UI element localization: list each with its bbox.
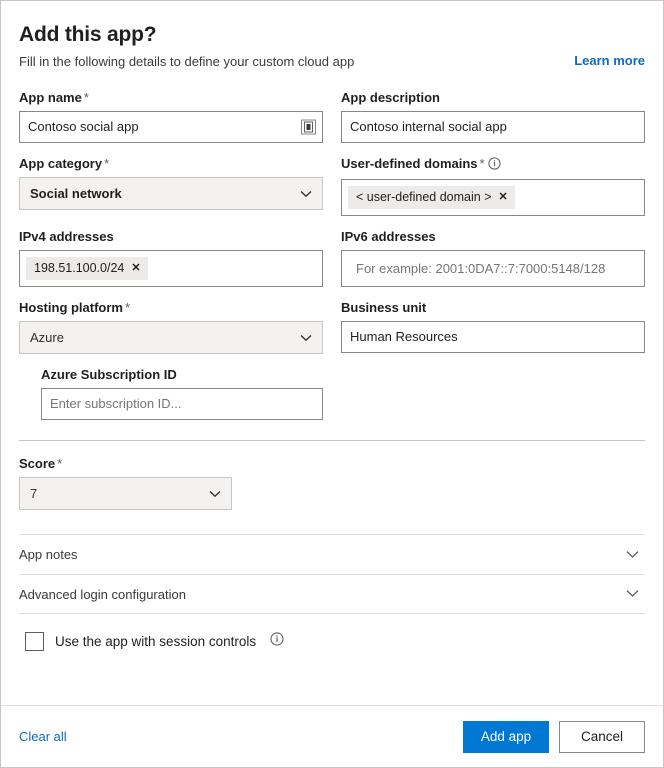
app-description-value: Contoso internal social app	[350, 119, 507, 134]
ipv6-addresses-input[interactable]: For example: 2001:0DA7::7:7000:5148/128	[341, 250, 645, 287]
score-required-asterisk: *	[57, 456, 63, 471]
field-score: Score * 7	[19, 455, 232, 510]
dialog-content: Add this app? Fill in the following deta…	[1, 1, 663, 705]
chevron-down-icon	[626, 546, 639, 564]
field-app-category: App category * Social network	[19, 155, 323, 216]
score-label: Score *	[19, 455, 232, 473]
chevron-down-glyph	[626, 590, 639, 597]
business-unit-value: Human Resources	[350, 329, 458, 344]
score-value: 7	[30, 486, 38, 501]
chevron-down-glyph	[626, 550, 639, 558]
dialog-footer: Clear all Add app Cancel	[1, 705, 663, 767]
learn-more-link[interactable]: Learn more	[574, 53, 645, 68]
session-controls-checkbox[interactable]	[25, 632, 44, 651]
ipv4-chip: 198.51.100.0/24 ✕	[26, 257, 148, 280]
field-app-description: App description Contoso internal social …	[341, 89, 645, 143]
add-app-button[interactable]: Add app	[463, 720, 549, 753]
domain-chip: < user-defined domain > ✕	[348, 186, 515, 209]
user-defined-domains-input[interactable]: < user-defined domain > ✕	[341, 179, 645, 216]
hosting-platform-label-text: Hosting platform	[19, 300, 123, 315]
app-category-required-asterisk: *	[104, 156, 110, 171]
ipv4-addresses-input[interactable]: 198.51.100.0/24 ✕	[19, 250, 323, 287]
field-user-defined-domains: User-defined domains * < user-defined dom…	[341, 155, 645, 216]
chevron-down-icon	[626, 585, 639, 603]
user-defined-domains-label: User-defined domains *	[341, 155, 645, 175]
app-description-input[interactable]: Contoso internal social app	[341, 111, 645, 143]
hosting-platform-label: Hosting platform *	[19, 299, 323, 317]
cancel-button[interactable]: Cancel	[559, 720, 645, 753]
info-icon[interactable]	[487, 157, 501, 175]
accordion-app-notes[interactable]: App notes	[19, 534, 645, 574]
picker-icon-glyph	[304, 121, 313, 133]
user-defined-domains-label-text: User-defined domains	[341, 156, 478, 171]
chevron-down-glyph	[300, 190, 312, 197]
accordion-advanced-login-configuration[interactable]: Advanced login configuration	[19, 574, 645, 614]
app-name-label: App name *	[19, 89, 323, 107]
info-icon-glyph	[270, 632, 284, 646]
accordion-advanced-login-configuration-label: Advanced login configuration	[19, 586, 186, 602]
session-controls-row: Use the app with session controls	[25, 632, 645, 651]
ipv6-addresses-label: IPv6 addresses	[341, 229, 436, 244]
session-controls-label: Use the app with session controls	[55, 634, 257, 649]
domain-chip-remove-icon[interactable]: ✕	[499, 192, 508, 203]
clear-all-link[interactable]: Clear all	[19, 729, 67, 744]
add-app-dialog: Add this app? Fill in the following deta…	[0, 0, 664, 768]
accordion-list: App notes Advanced login configuration	[19, 534, 645, 614]
chevron-down-icon	[300, 329, 312, 347]
page-subtitle: Fill in the following details to define …	[19, 54, 355, 69]
ipv4-chip-remove-icon[interactable]: ✕	[131, 263, 140, 274]
user-defined-domains-required-asterisk: *	[479, 156, 485, 171]
score-select[interactable]: 7	[19, 477, 232, 510]
chevron-down-glyph	[300, 334, 312, 341]
ipv4-chip-text: 198.51.100.0/24	[34, 261, 125, 275]
hosting-platform-required-asterisk: *	[125, 300, 131, 315]
business-unit-label: Business unit	[341, 300, 427, 315]
picker-icon[interactable]	[301, 119, 316, 135]
chevron-down-icon	[209, 485, 221, 503]
field-azure-subscription-id: Azure Subscription ID Enter subscription…	[41, 366, 323, 420]
form-row-1: App name * Contoso social app App descrip…	[19, 89, 645, 155]
field-business-unit: Business unit Human Resources	[341, 299, 645, 354]
ipv4-addresses-label: IPv4 addresses	[19, 229, 114, 244]
azure-subscription-id-placeholder: Enter subscription ID...	[50, 396, 182, 411]
hosting-platform-select[interactable]: Azure	[19, 321, 323, 354]
field-ipv4-addresses: IPv4 addresses 198.51.100.0/24 ✕	[19, 228, 323, 287]
app-category-select[interactable]: Social network	[19, 177, 323, 210]
ipv6-addresses-placeholder: For example: 2001:0DA7::7:7000:5148/128	[356, 260, 606, 276]
field-ipv6-addresses: IPv6 addresses For example: 2001:0DA7::7…	[341, 228, 645, 287]
app-category-value: Social network	[30, 186, 122, 201]
app-name-value: Contoso social app	[28, 119, 139, 134]
domain-chip-text: < user-defined domain >	[356, 190, 492, 204]
field-app-name: App name * Contoso social app	[19, 89, 323, 143]
hosting-platform-value: Azure	[30, 330, 64, 345]
field-hosting-platform: Hosting platform * Azure	[19, 299, 323, 354]
app-category-label-text: App category	[19, 156, 103, 171]
azure-subscription-id-label: Azure Subscription ID	[41, 367, 177, 382]
app-category-label: App category *	[19, 155, 323, 173]
page-title: Add this app?	[19, 23, 157, 46]
app-name-required-asterisk: *	[83, 90, 89, 105]
app-description-label: App description	[341, 90, 440, 105]
score-label-text: Score	[19, 456, 56, 471]
accordion-app-notes-label: App notes	[19, 547, 78, 562]
section-divider	[19, 440, 645, 441]
form-row-2: App category * Social network User-define…	[19, 155, 645, 228]
dialog-header: Add this app? Fill in the following deta…	[19, 21, 645, 71]
app-name-input[interactable]: Contoso social app	[19, 111, 323, 143]
form-row-3: IPv4 addresses 198.51.100.0/24 ✕ IPv6 ad…	[19, 228, 645, 299]
app-name-label-text: App name	[19, 90, 82, 105]
info-icon-glyph	[487, 157, 501, 170]
form-row-5-spacer	[341, 366, 645, 432]
chevron-down-glyph	[209, 490, 221, 497]
info-icon[interactable]	[270, 632, 284, 651]
business-unit-input[interactable]: Human Resources	[341, 321, 645, 353]
azure-subscription-id-input[interactable]: Enter subscription ID...	[41, 388, 323, 420]
form-row-5: Azure Subscription ID Enter subscription…	[19, 366, 645, 432]
chevron-down-icon	[300, 185, 312, 203]
form-row-4: Hosting platform * Azure Business unit Hu…	[19, 299, 645, 366]
